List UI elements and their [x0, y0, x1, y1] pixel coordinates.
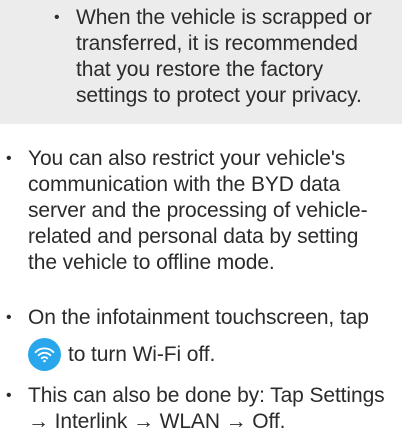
settings-path-text: This can also be done by: Tap Settings →…: [28, 384, 385, 433]
bullet-point: •: [6, 150, 12, 167]
list-item-wifi-off: • On the infotainment touchscreen, tap t…: [6, 305, 398, 371]
wifi-off-text: to turn Wi-Fi off.: [68, 342, 216, 366]
wifi-row: to turn Wi-Fi off.: [6, 338, 398, 371]
bullet-point: •: [6, 309, 12, 326]
offline-mode-text: You can also restrict your vehicle's com…: [28, 147, 368, 274]
list-item-offline-mode: • You can also restrict your vehicle's c…: [6, 146, 398, 276]
wifi-instruction-text: On the infotainment touchscreen, tap: [28, 306, 369, 329]
list-item-settings-path: • This can also be done by: Tap Settings…: [6, 383, 398, 435]
privacy-note-text: When the vehicle is scrapped or transfer…: [76, 6, 372, 107]
privacy-note: • When the vehicle is scrapped or transf…: [54, 5, 394, 109]
bullet-point: •: [54, 9, 60, 26]
wifi-glyph: [34, 347, 55, 363]
bullet-point: •: [6, 387, 12, 404]
wifi-icon[interactable]: [28, 338, 61, 371]
manual-page: • When the vehicle is scrapped or transf…: [0, 0, 402, 442]
